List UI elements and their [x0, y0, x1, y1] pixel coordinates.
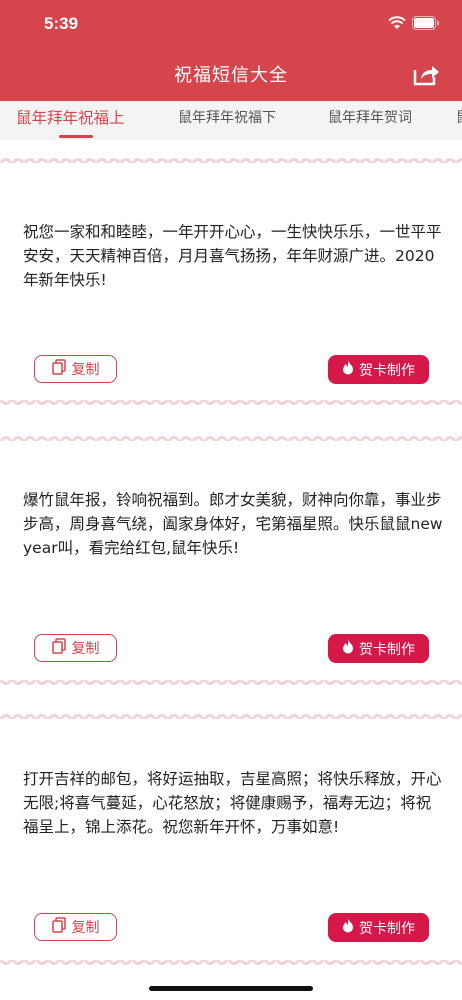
make-card-label: 贺卡制作 [359, 362, 415, 379]
fire-icon [342, 360, 354, 379]
fire-icon [342, 918, 354, 937]
copy-label: 复制 [71, 641, 100, 657]
message-text: 打开吉祥的邮包，将好运抽取，吉星高照；将快乐释放，开心无限;将喜气蔓延，心花怒放… [23, 770, 442, 836]
tab-more[interactable]: 鼠 [456, 101, 462, 140]
card-divider [0, 150, 462, 163]
message-text: 祝您一家和和睦睦，一年开开心心，一生快快乐乐，一世平平安安，天天精神百倍，月月喜… [23, 223, 442, 289]
card-divider [0, 706, 462, 719]
copy-label: 复制 [71, 920, 100, 936]
share-icon[interactable] [412, 62, 440, 86]
card-divider [0, 960, 462, 973]
copy-button[interactable]: 复制 [34, 355, 117, 383]
copy-icon [51, 917, 66, 937]
make-card-button[interactable]: 贺卡制作 [328, 634, 429, 663]
status-icons [388, 16, 440, 30]
card-divider [0, 680, 462, 693]
make-card-button[interactable]: 贺卡制作 [328, 355, 429, 384]
message-text: 爆竹鼠年报，铃响祝福到。郎才女美貌，财神向你靠，事业步步高，周身喜气绕，阖家身体… [23, 491, 443, 557]
page-title: 祝福短信大全 [174, 65, 288, 86]
make-card-label: 贺卡制作 [359, 920, 415, 937]
make-card-label: 贺卡制作 [359, 641, 415, 658]
card-divider [0, 400, 462, 413]
copy-icon [51, 359, 66, 379]
copy-button[interactable]: 复制 [34, 913, 117, 941]
home-indicator[interactable] [149, 986, 313, 991]
status-time: 5:39 [44, 14, 79, 33]
card-divider [0, 428, 462, 441]
fire-icon [342, 639, 354, 658]
tab-rat-year-blessings-2[interactable]: 鼠年拜年祝福下 [178, 101, 276, 140]
app-header: 5:39 祝福短信大全 [0, 0, 462, 101]
copy-icon [51, 638, 66, 658]
active-tab-indicator [59, 135, 93, 138]
wifi-icon [388, 16, 406, 30]
copy-label: 复制 [71, 362, 100, 378]
tab-rat-year-greetings[interactable]: 鼠年拜年贺词 [328, 101, 412, 140]
battery-icon [412, 16, 440, 30]
copy-button[interactable]: 复制 [34, 634, 117, 662]
make-card-button[interactable]: 贺卡制作 [328, 913, 429, 942]
